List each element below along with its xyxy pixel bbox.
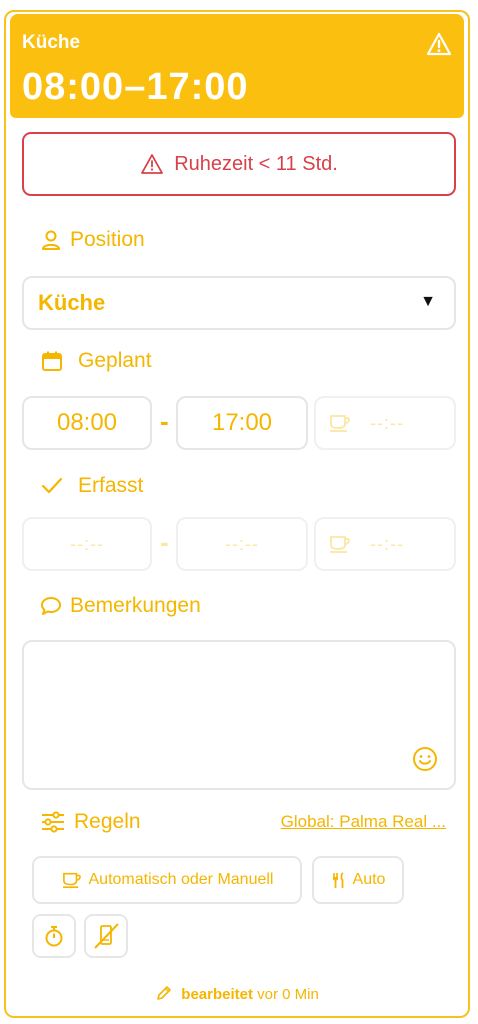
- shift-header: Küche 08:00–17:00: [10, 14, 464, 118]
- user-icon: [42, 230, 60, 250]
- warning-icon: [141, 154, 164, 174]
- planned-label: Geplant: [40, 349, 152, 373]
- recorded-break-input[interactable]: --:--: [314, 517, 456, 571]
- chevron-down-icon: ▼: [420, 293, 436, 310]
- planned-end-input[interactable]: 17:00: [176, 396, 308, 450]
- position-label: Position: [40, 228, 145, 252]
- comment-icon: [41, 597, 61, 615]
- rest-time-alert: Ruhezeit < 11 Std.: [22, 132, 456, 196]
- timer-button[interactable]: [32, 914, 76, 958]
- coffee-cup-icon: [62, 872, 81, 889]
- sliders-icon: [42, 811, 64, 833]
- pencil-icon: [157, 986, 171, 1000]
- recorded-start-input[interactable]: --:--: [22, 517, 152, 571]
- utensils-icon: [332, 872, 344, 888]
- shift-time: 08:00–17:00: [22, 66, 249, 108]
- planned-break-input[interactable]: --:--: [314, 396, 456, 450]
- shift-card: Küche 08:00–17:00 Ruhezeit < 11 Std. Pos…: [4, 10, 470, 1018]
- shift-position: Küche: [22, 32, 81, 53]
- no-mobile-button[interactable]: [84, 914, 128, 958]
- mobile-off-icon: [94, 923, 119, 949]
- recorded-end-input[interactable]: --:--: [176, 517, 308, 571]
- planned-start-input[interactable]: 08:00: [22, 396, 152, 450]
- calendar-icon: [42, 351, 62, 371]
- edited-status: bearbeitet vor 0 Min: [6, 984, 468, 1003]
- recorded-separator: -: [160, 527, 169, 557]
- global-rules-link[interactable]: Global: Palma Real ...: [281, 812, 446, 832]
- check-icon: [41, 477, 63, 494]
- alert-text: Ruhezeit < 11 Std.: [174, 152, 338, 175]
- position-select-value: Küche: [38, 290, 106, 315]
- position-select[interactable]: Küche ▼: [22, 276, 456, 330]
- remarks-label: Bemerkungen: [40, 594, 201, 618]
- edited-time: vor 0 Min: [257, 986, 319, 1003]
- rules-label: Regeln: [40, 810, 141, 834]
- remarks-textarea[interactable]: [22, 640, 456, 790]
- meal-mode-button[interactable]: Auto: [312, 856, 404, 904]
- edited-label: bearbeitet: [181, 986, 253, 1003]
- stopwatch-icon: [45, 926, 63, 947]
- break-mode-button[interactable]: Automatisch oder Manuell: [32, 856, 302, 904]
- warning-icon: [426, 32, 452, 56]
- emoji-icon[interactable]: [412, 746, 438, 772]
- recorded-label: Erfasst: [40, 474, 143, 498]
- coffee-cup-icon: [330, 415, 350, 432]
- planned-separator: -: [160, 406, 169, 436]
- coffee-cup-icon: [330, 536, 350, 553]
